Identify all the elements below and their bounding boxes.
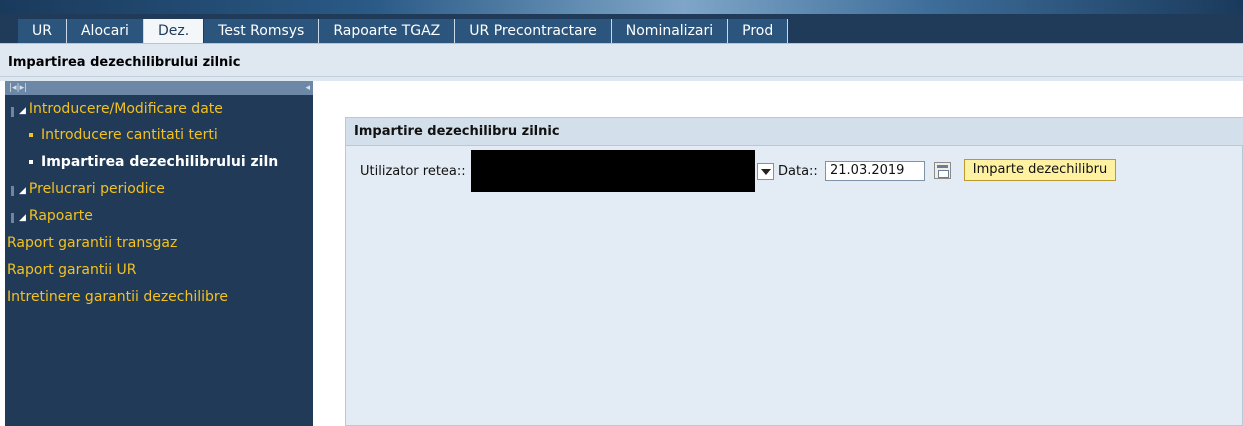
nav-item-introducere-modificare[interactable]: ◢ Introducere/Modificare date: [19, 101, 223, 117]
chevron-down-icon[interactable]: [757, 163, 774, 180]
nav-item-raport-garantii-ur[interactable]: Raport garantii UR: [7, 262, 137, 278]
nav-item-label: Introducere cantitati terti: [41, 127, 218, 143]
top-banner: [0, 0, 1243, 14]
nav-item-prelucrari-periodice[interactable]: ◢ Prelucrari periodice: [19, 181, 165, 197]
page-title-strip: Impartirea dezechilibrului zilnic: [0, 43, 1243, 81]
nav-item-label: Introducere/Modificare date: [28, 101, 223, 117]
tab-ur[interactable]: UR: [18, 19, 67, 43]
expand-marker-icon[interactable]: [11, 186, 14, 196]
collapse-icon[interactable]: ◂: [305, 81, 310, 95]
tab-dez[interactable]: Dez.: [143, 19, 205, 43]
nav-item-raport-garantii-transgaz[interactable]: Raport garantii transgaz: [7, 235, 177, 251]
nav-item-introducere-cantitati[interactable]: Introducere cantitati terti: [29, 127, 218, 143]
nav-left-edge: [0, 230, 5, 426]
nav-item-label: Raport garantii UR: [7, 262, 137, 278]
bullet-icon: [29, 160, 33, 164]
tab-bar: UR Alocari Dez. Test Romsys Rapoarte TGA…: [0, 14, 1243, 43]
tab-prod[interactable]: Prod: [728, 19, 789, 43]
nav-item-label: Intretinere garantii dezechilibre: [7, 289, 228, 305]
user-label: Utilizator retea::: [360, 164, 466, 179]
tab-test-romsys[interactable]: Test Romsys: [204, 19, 320, 43]
nav-item-label: Rapoarte: [28, 208, 93, 224]
tab-rapoarte-tgaz[interactable]: Rapoarte TGAZ: [319, 19, 456, 43]
tab-alocari[interactable]: Alocari: [66, 19, 144, 43]
expand-triangle-icon: ◢: [19, 106, 26, 116]
expand-marker-icon[interactable]: [11, 213, 14, 223]
tab-ur-precontractare[interactable]: UR Precontractare: [455, 19, 612, 43]
date-field[interactable]: 21.03.2019: [825, 161, 925, 181]
expand-marker-icon[interactable]: [11, 107, 14, 117]
navigation-panel: |◂|▸| ◂ ◢ Introducere/Modificare date Intr…: [0, 81, 313, 426]
expand-triangle-icon: ◢: [19, 186, 26, 196]
panel-header: Impartire dezechilibru zilnic: [346, 118, 1243, 146]
panel-title: Impartire dezechilibru zilnic: [354, 124, 560, 139]
expand-triangle-icon: ◢: [19, 213, 26, 223]
date-label: Data::: [778, 164, 818, 179]
imparte-dezechilibru-button[interactable]: Imparte dezechilibru: [964, 159, 1116, 181]
nav-item-impartirea-dezechilibrului[interactable]: Impartirea dezechilibrului ziln: [29, 154, 278, 170]
nav-item-label: Raport garantii transgaz: [7, 235, 178, 251]
user-select-redacted[interactable]: [471, 150, 755, 192]
nav-item-rapoarte[interactable]: ◢ Rapoarte: [19, 208, 93, 224]
nav-item-intretinere-garantii[interactable]: Intretinere garantii dezechilibre: [7, 289, 228, 305]
page-title: Impartirea dezechilibrului zilnic: [8, 55, 241, 70]
nav-item-label: Impartirea dezechilibrului ziln: [41, 154, 279, 170]
tab-nominalizari[interactable]: Nominalizari: [611, 19, 729, 43]
tabs: UR Alocari Dez. Test Romsys Rapoarte TGA…: [18, 19, 789, 43]
calendar-icon[interactable]: [934, 162, 951, 179]
nav-item-label: Prelucrari periodice: [28, 181, 165, 197]
bullet-icon: [29, 133, 33, 137]
divider: [0, 76, 1243, 77]
nav-resize-handle[interactable]: |◂|▸| ◂: [5, 81, 313, 95]
